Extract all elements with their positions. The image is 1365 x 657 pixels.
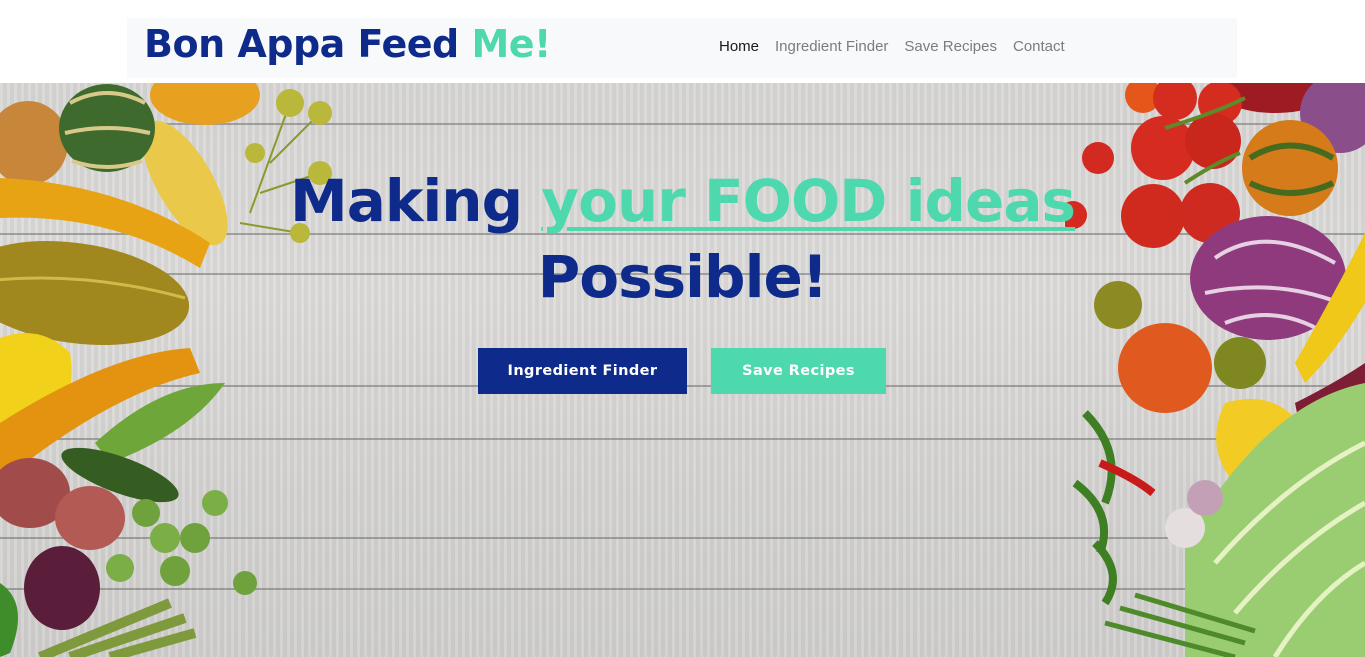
nav-home[interactable]: Home: [711, 38, 767, 55]
hero-headline: Making your FOOD ideas Possible!: [0, 163, 1365, 315]
headline-part1: Making: [289, 167, 542, 235]
nav-ingredient-finder[interactable]: Ingredient Finder: [767, 38, 896, 55]
nav-contact[interactable]: Contact: [1005, 38, 1073, 55]
navbar: Bon Appa Feed Me! Home Ingredient Finder…: [127, 18, 1237, 78]
nav-links: Home Ingredient Finder Save Recipes Cont…: [711, 38, 1073, 55]
headline-part2: Possible!: [537, 243, 828, 311]
brand-name: Bon Appa Feed: [144, 22, 472, 66]
brand-logo[interactable]: Bon Appa Feed Me!: [144, 22, 551, 66]
brand-name-accent: Me!: [471, 22, 551, 66]
headline-accent: your FOOD ideas: [541, 167, 1076, 235]
ingredient-finder-button[interactable]: Ingredient Finder: [478, 348, 687, 394]
hero-section: Making your FOOD ideas Possible! Ingredi…: [0, 83, 1365, 657]
top-header: Bon Appa Feed Me! Home Ingredient Finder…: [0, 0, 1365, 83]
save-recipes-button[interactable]: Save Recipes: [711, 348, 886, 394]
nav-save-recipes[interactable]: Save Recipes: [896, 38, 1005, 55]
